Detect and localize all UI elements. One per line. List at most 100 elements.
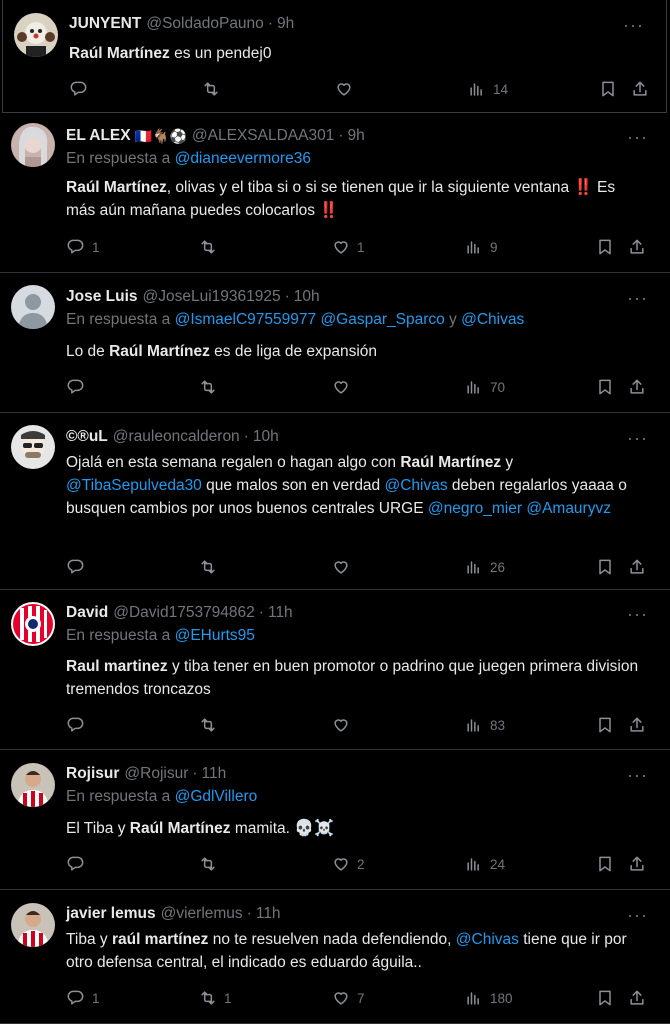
retweet-button[interactable]: [198, 853, 224, 875]
like-button[interactable]: 2: [331, 853, 365, 875]
more-options-icon[interactable]: ···: [627, 905, 648, 926]
retweet-button[interactable]: [201, 78, 227, 100]
mention-link[interactable]: @Chivas: [456, 931, 519, 948]
more-options-icon[interactable]: ···: [627, 604, 648, 625]
more-options-icon[interactable]: ···: [627, 428, 648, 449]
user-handle[interactable]: @vierlemus: [161, 905, 243, 923]
more-options-icon[interactable]: ···: [627, 288, 648, 309]
bookmark-button[interactable]: [598, 78, 618, 100]
views-button[interactable]: 9: [464, 236, 498, 258]
bookmark-button[interactable]: [595, 556, 615, 578]
bookmark-button[interactable]: [595, 714, 615, 736]
action-bar: 14: [69, 78, 647, 100]
user-handle[interactable]: @JoseLui19361925: [143, 288, 281, 306]
user-handle[interactable]: @rauleoncalderon: [113, 428, 240, 446]
mention-link[interactable]: @TibaSepulveda30: [66, 477, 202, 494]
views-button[interactable]: 14: [467, 78, 508, 100]
more-options-icon[interactable]: ···: [627, 127, 648, 148]
mention-link[interactable]: @Amauryvz: [526, 500, 611, 517]
display-name[interactable]: Rojisur: [66, 765, 119, 783]
retweet-button[interactable]: [198, 376, 224, 398]
timestamp[interactable]: 11h: [202, 765, 227, 783]
tweet[interactable]: JUNYENT @SoldadoPauno · 9h ··· Raúl Martínez …: [2, 0, 667, 113]
reply-count: 1: [92, 239, 100, 255]
views-button[interactable]: 180: [464, 987, 513, 1009]
views-button[interactable]: 70: [464, 376, 505, 398]
timestamp[interactable]: 10h: [253, 428, 279, 446]
reply-button[interactable]: [66, 853, 92, 875]
display-name[interactable]: JUNYENT: [69, 15, 141, 33]
views-button[interactable]: 24: [464, 853, 505, 875]
avatar[interactable]: [11, 763, 55, 807]
like-heart-icon: [331, 854, 351, 874]
timestamp[interactable]: 11h: [256, 905, 281, 923]
more-options-icon[interactable]: ···: [623, 15, 644, 36]
share-button[interactable]: [627, 556, 647, 578]
user-handle[interactable]: @Rojisur: [124, 765, 188, 783]
views-button[interactable]: 26: [464, 556, 505, 578]
share-button[interactable]: [627, 714, 647, 736]
highlighted-name: Raúl Martínez: [66, 179, 167, 196]
avatar[interactable]: [11, 285, 55, 329]
avatar[interactable]: [14, 13, 58, 57]
reply-mention[interactable]: @IsmaelC97559977: [175, 311, 317, 328]
like-button[interactable]: [334, 78, 360, 100]
share-button[interactable]: [627, 236, 647, 258]
user-handle[interactable]: @David1753794862: [113, 604, 255, 622]
reply-button[interactable]: [66, 556, 92, 578]
like-button[interactable]: [331, 376, 357, 398]
like-button[interactable]: 7: [331, 987, 365, 1009]
mention-link[interactable]: @Chivas: [384, 477, 447, 494]
tweet[interactable]: Rojisur @Rojisur · 11h ··· En respuesta a @Gd…: [0, 750, 670, 890]
tweet[interactable]: David @David1753794862 · 11h ··· En respuesta…: [0, 590, 670, 750]
avatar[interactable]: [11, 903, 55, 947]
user-handle[interactable]: @SoldadoPauno: [146, 15, 263, 33]
bookmark-icon: [595, 237, 615, 257]
tweet[interactable]: Jose Luis @JoseLui19361925 · 10h ··· En respu…: [0, 273, 670, 413]
avatar[interactable]: [11, 425, 55, 469]
timestamp[interactable]: 11h: [268, 604, 293, 622]
reply-button[interactable]: [66, 714, 92, 736]
user-handle[interactable]: @ALEXSALDAA301: [192, 127, 334, 145]
reply-button[interactable]: 1: [66, 987, 100, 1009]
views-button[interactable]: 83: [464, 714, 505, 736]
like-button[interactable]: 1: [331, 236, 365, 258]
share-button[interactable]: [627, 853, 647, 875]
tweet[interactable]: EL ALEX 🇫🇷🐐⚽ @ALEXSALDAA301 · 9h ··· En respue…: [0, 113, 670, 273]
share-button[interactable]: [630, 78, 650, 100]
tweet[interactable]: ©®uL @rauleoncalderon · 10h ··· Ojalá en esta…: [0, 413, 670, 590]
reply-mention[interactable]: @Chivas: [461, 311, 524, 328]
reply-mention[interactable]: @EHurts95: [175, 627, 255, 644]
bookmark-button[interactable]: [595, 987, 615, 1009]
like-button[interactable]: [331, 556, 357, 578]
timestamp[interactable]: 9h: [277, 15, 294, 33]
reply-mention[interactable]: @GdlVillero: [175, 788, 258, 805]
timestamp[interactable]: 10h: [294, 288, 320, 306]
display-name[interactable]: javier lemus: [66, 905, 156, 923]
display-name[interactable]: ©®uL: [66, 428, 108, 446]
retweet-button[interactable]: [198, 714, 224, 736]
reply-button[interactable]: 1: [66, 236, 100, 258]
retweet-button[interactable]: [198, 236, 224, 258]
share-button[interactable]: [627, 987, 647, 1009]
retweet-button[interactable]: [198, 556, 224, 578]
share-button[interactable]: [627, 376, 647, 398]
display-name[interactable]: EL ALEX: [66, 127, 131, 145]
bookmark-button[interactable]: [595, 236, 615, 258]
bookmark-button[interactable]: [595, 853, 615, 875]
display-name[interactable]: Jose Luis: [66, 288, 138, 306]
bookmark-button[interactable]: [595, 376, 615, 398]
retweet-button[interactable]: 1: [198, 987, 232, 1009]
tweet[interactable]: javier lemus @vierlemus · 11h ··· Tiba y raúl…: [0, 890, 670, 1024]
avatar[interactable]: [11, 123, 55, 167]
reply-button[interactable]: [66, 376, 92, 398]
reply-mention[interactable]: @Gaspar_Sparco: [320, 311, 444, 328]
display-name[interactable]: David: [66, 604, 108, 622]
mention-link[interactable]: @negro_mier: [428, 500, 522, 517]
timestamp[interactable]: 9h: [347, 127, 364, 145]
reply-button[interactable]: [69, 78, 95, 100]
avatar[interactable]: [11, 602, 55, 646]
like-button[interactable]: [331, 714, 357, 736]
reply-mention[interactable]: @dianeevermore36: [175, 150, 311, 167]
more-options-icon[interactable]: ···: [627, 765, 648, 786]
